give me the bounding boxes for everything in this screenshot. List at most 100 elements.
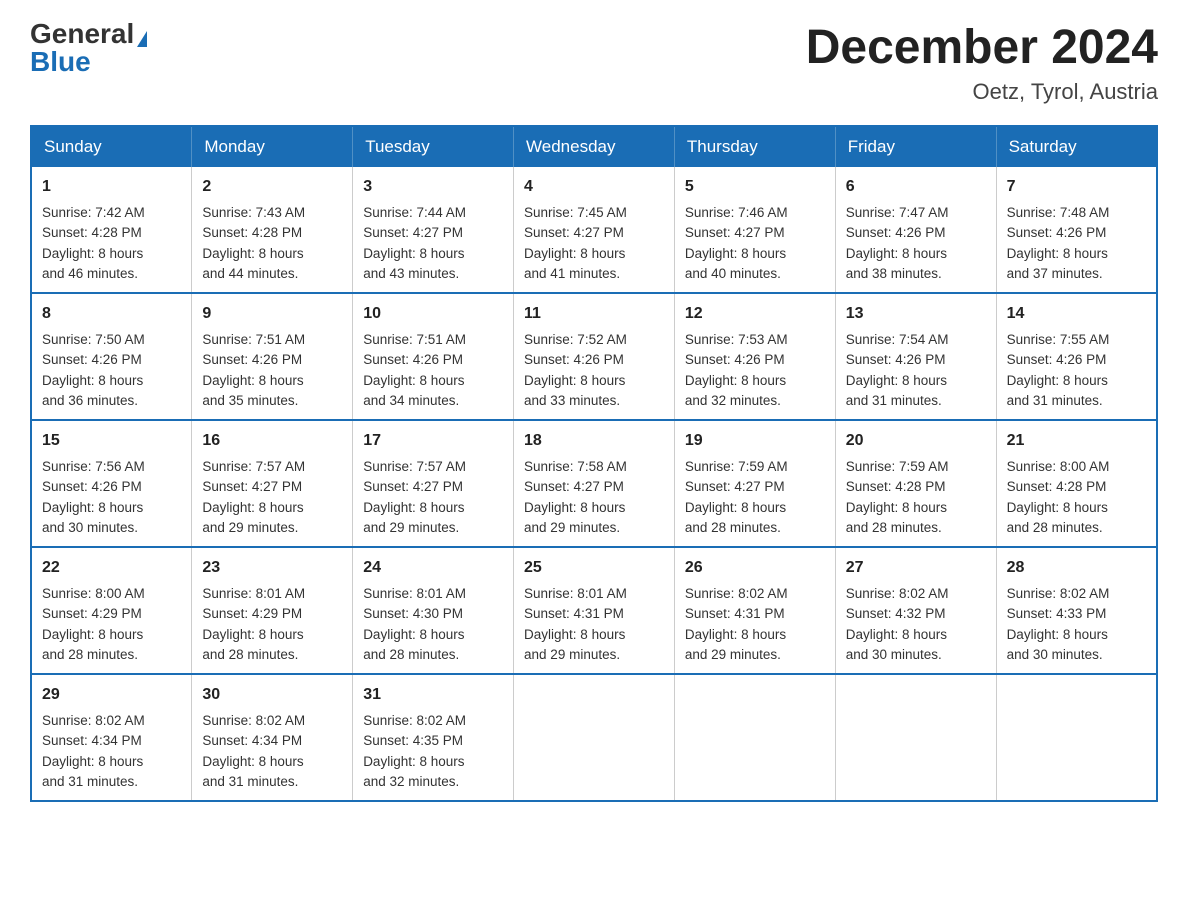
day-info: Sunrise: 7:51 AMSunset: 4:26 PMDaylight:… [363,330,503,411]
day-info: Sunrise: 7:43 AMSunset: 4:28 PMDaylight:… [202,203,342,284]
day-cell: 11 Sunrise: 7:52 AMSunset: 4:26 PMDaylig… [514,293,675,420]
day-info: Sunrise: 7:58 AMSunset: 4:27 PMDaylight:… [524,457,664,538]
day-cell: 27 Sunrise: 8:02 AMSunset: 4:32 PMDaylig… [835,547,996,674]
day-number: 13 [846,302,986,326]
day-cell: 29 Sunrise: 8:02 AMSunset: 4:34 PMDaylig… [31,674,192,801]
header: General Blue December 2024 Oetz, Tyrol, … [30,20,1158,105]
day-number: 27 [846,556,986,580]
day-number: 7 [1007,175,1146,199]
month-title: December 2024 [806,20,1158,75]
day-cell: 13 Sunrise: 7:54 AMSunset: 4:26 PMDaylig… [835,293,996,420]
day-number: 26 [685,556,825,580]
day-info: Sunrise: 7:46 AMSunset: 4:27 PMDaylight:… [685,203,825,284]
day-number: 29 [42,683,181,707]
day-number: 14 [1007,302,1146,326]
day-number: 10 [363,302,503,326]
day-info: Sunrise: 7:54 AMSunset: 4:26 PMDaylight:… [846,330,986,411]
day-cell: 6 Sunrise: 7:47 AMSunset: 4:26 PMDayligh… [835,167,996,293]
day-info: Sunrise: 7:42 AMSunset: 4:28 PMDaylight:… [42,203,181,284]
day-cell [996,674,1157,801]
header-monday: Monday [192,126,353,167]
day-number: 11 [524,302,664,326]
day-number: 16 [202,429,342,453]
day-cell: 2 Sunrise: 7:43 AMSunset: 4:28 PMDayligh… [192,167,353,293]
day-number: 4 [524,175,664,199]
day-info: Sunrise: 8:02 AMSunset: 4:31 PMDaylight:… [685,584,825,665]
day-cell: 19 Sunrise: 7:59 AMSunset: 4:27 PMDaylig… [674,420,835,547]
title-area: December 2024 Oetz, Tyrol, Austria [806,20,1158,105]
day-info: Sunrise: 7:55 AMSunset: 4:26 PMDaylight:… [1007,330,1146,411]
logo: General Blue [30,20,147,76]
day-number: 2 [202,175,342,199]
day-info: Sunrise: 7:51 AMSunset: 4:26 PMDaylight:… [202,330,342,411]
week-row-5: 29 Sunrise: 8:02 AMSunset: 4:34 PMDaylig… [31,674,1157,801]
day-info: Sunrise: 7:59 AMSunset: 4:28 PMDaylight:… [846,457,986,538]
day-number: 12 [685,302,825,326]
day-number: 31 [363,683,503,707]
day-number: 30 [202,683,342,707]
day-number: 25 [524,556,664,580]
day-cell: 10 Sunrise: 7:51 AMSunset: 4:26 PMDaylig… [353,293,514,420]
day-number: 22 [42,556,181,580]
header-wednesday: Wednesday [514,126,675,167]
week-row-2: 8 Sunrise: 7:50 AMSunset: 4:26 PMDayligh… [31,293,1157,420]
day-info: Sunrise: 7:44 AMSunset: 4:27 PMDaylight:… [363,203,503,284]
day-number: 5 [685,175,825,199]
header-friday: Friday [835,126,996,167]
day-cell: 1 Sunrise: 7:42 AMSunset: 4:28 PMDayligh… [31,167,192,293]
logo-triangle-icon [137,31,147,47]
day-info: Sunrise: 8:00 AMSunset: 4:28 PMDaylight:… [1007,457,1146,538]
day-info: Sunrise: 7:48 AMSunset: 4:26 PMDaylight:… [1007,203,1146,284]
day-cell: 23 Sunrise: 8:01 AMSunset: 4:29 PMDaylig… [192,547,353,674]
day-cell: 17 Sunrise: 7:57 AMSunset: 4:27 PMDaylig… [353,420,514,547]
day-number: 9 [202,302,342,326]
day-info: Sunrise: 7:52 AMSunset: 4:26 PMDaylight:… [524,330,664,411]
day-cell: 31 Sunrise: 8:02 AMSunset: 4:35 PMDaylig… [353,674,514,801]
week-row-4: 22 Sunrise: 8:00 AMSunset: 4:29 PMDaylig… [31,547,1157,674]
day-cell: 26 Sunrise: 8:02 AMSunset: 4:31 PMDaylig… [674,547,835,674]
day-number: 8 [42,302,181,326]
header-tuesday: Tuesday [353,126,514,167]
day-cell: 22 Sunrise: 8:00 AMSunset: 4:29 PMDaylig… [31,547,192,674]
day-number: 17 [363,429,503,453]
day-cell [514,674,675,801]
day-number: 24 [363,556,503,580]
day-number: 18 [524,429,664,453]
day-info: Sunrise: 7:53 AMSunset: 4:26 PMDaylight:… [685,330,825,411]
day-cell: 3 Sunrise: 7:44 AMSunset: 4:27 PMDayligh… [353,167,514,293]
day-info: Sunrise: 8:01 AMSunset: 4:29 PMDaylight:… [202,584,342,665]
day-cell: 5 Sunrise: 7:46 AMSunset: 4:27 PMDayligh… [674,167,835,293]
day-number: 19 [685,429,825,453]
header-thursday: Thursday [674,126,835,167]
day-number: 6 [846,175,986,199]
calendar-table: SundayMondayTuesdayWednesdayThursdayFrid… [30,125,1158,802]
day-cell: 20 Sunrise: 7:59 AMSunset: 4:28 PMDaylig… [835,420,996,547]
day-cell: 14 Sunrise: 7:55 AMSunset: 4:26 PMDaylig… [996,293,1157,420]
day-number: 3 [363,175,503,199]
day-info: Sunrise: 8:02 AMSunset: 4:35 PMDaylight:… [363,711,503,792]
logo-blue-text: Blue [30,46,91,77]
day-number: 20 [846,429,986,453]
logo-general-line: General [30,20,147,48]
day-cell: 12 Sunrise: 7:53 AMSunset: 4:26 PMDaylig… [674,293,835,420]
day-info: Sunrise: 7:45 AMSunset: 4:27 PMDaylight:… [524,203,664,284]
day-number: 28 [1007,556,1146,580]
day-cell: 21 Sunrise: 8:00 AMSunset: 4:28 PMDaylig… [996,420,1157,547]
day-number: 15 [42,429,181,453]
day-info: Sunrise: 7:57 AMSunset: 4:27 PMDaylight:… [202,457,342,538]
location: Oetz, Tyrol, Austria [806,79,1158,105]
day-cell: 24 Sunrise: 8:01 AMSunset: 4:30 PMDaylig… [353,547,514,674]
week-row-3: 15 Sunrise: 7:56 AMSunset: 4:26 PMDaylig… [31,420,1157,547]
day-info: Sunrise: 7:47 AMSunset: 4:26 PMDaylight:… [846,203,986,284]
day-cell: 9 Sunrise: 7:51 AMSunset: 4:26 PMDayligh… [192,293,353,420]
day-info: Sunrise: 8:02 AMSunset: 4:34 PMDaylight:… [42,711,181,792]
day-cell [674,674,835,801]
day-info: Sunrise: 7:56 AMSunset: 4:26 PMDaylight:… [42,457,181,538]
day-cell: 16 Sunrise: 7:57 AMSunset: 4:27 PMDaylig… [192,420,353,547]
day-cell: 4 Sunrise: 7:45 AMSunset: 4:27 PMDayligh… [514,167,675,293]
day-cell: 30 Sunrise: 8:02 AMSunset: 4:34 PMDaylig… [192,674,353,801]
day-cell: 8 Sunrise: 7:50 AMSunset: 4:26 PMDayligh… [31,293,192,420]
day-info: Sunrise: 8:02 AMSunset: 4:34 PMDaylight:… [202,711,342,792]
day-cell: 15 Sunrise: 7:56 AMSunset: 4:26 PMDaylig… [31,420,192,547]
day-info: Sunrise: 8:01 AMSunset: 4:30 PMDaylight:… [363,584,503,665]
